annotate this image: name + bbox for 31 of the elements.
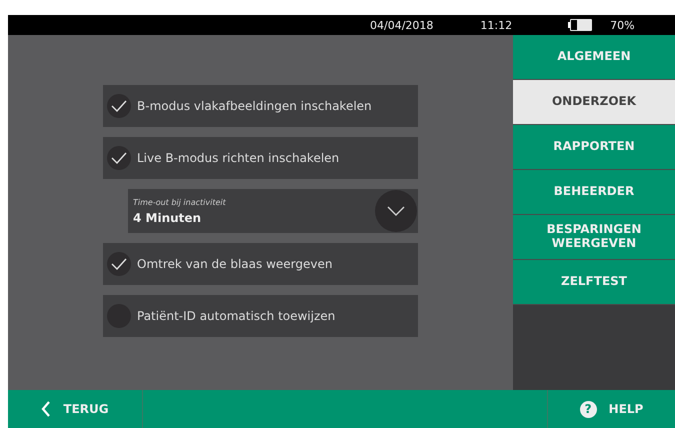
checkbox-row[interactable]: Patiënt-ID automatisch toewijzen xyxy=(103,295,418,337)
check-icon xyxy=(111,152,127,164)
option-label: Live B-modus richten inschakelen xyxy=(137,151,340,165)
checkbox-row[interactable]: Live B-modus richten inschakelen xyxy=(103,137,418,179)
help-icon: ? xyxy=(580,400,597,418)
dropdown-value: 4 Minuten xyxy=(133,210,202,224)
sidebar-tab[interactable]: ONDERZOEK xyxy=(513,80,675,125)
sidebar-tab[interactable]: BEHEERDER xyxy=(513,170,675,215)
sidebar-tab[interactable]: ALGEMEEN xyxy=(513,35,675,80)
option-label: B-modus vlakafbeeldingen inschakelen xyxy=(137,99,372,113)
checkbox-row[interactable]: Omtrek van de blaas weergeven xyxy=(103,243,418,285)
checkbox-row[interactable]: B-modus vlakafbeeldingen inschakelen xyxy=(103,85,418,127)
chevron-down-icon xyxy=(387,206,405,216)
dropdown-button[interactable] xyxy=(375,190,417,232)
check-icon xyxy=(111,258,127,270)
option-label: Omtrek van de blaas weergeven xyxy=(137,257,332,271)
check-icon xyxy=(111,100,127,112)
battery-percentage: 70% xyxy=(610,18,635,32)
checkbox[interactable] xyxy=(107,146,131,170)
checkbox[interactable] xyxy=(107,94,131,118)
chevron-left-icon xyxy=(41,401,52,417)
time-text: 11:12 xyxy=(480,18,512,32)
battery-icon xyxy=(568,19,592,31)
sidebar-tab[interactable]: ZELFTEST xyxy=(513,260,675,305)
dropdown-label: Time-out bij inactiviteit xyxy=(133,198,226,206)
sidebar-tab[interactable]: BESPARINGEN WEERGEVEN xyxy=(513,215,675,260)
timeout-dropdown[interactable]: Time-out bij inactiviteit 4 Minuten xyxy=(128,189,418,233)
sidebar-tab[interactable]: RAPPORTEN xyxy=(513,125,675,170)
date-text: 04/04/2018 xyxy=(370,18,434,32)
checkbox[interactable] xyxy=(107,252,131,276)
option-label: Patiënt-ID automatisch toewijzen xyxy=(137,309,336,323)
